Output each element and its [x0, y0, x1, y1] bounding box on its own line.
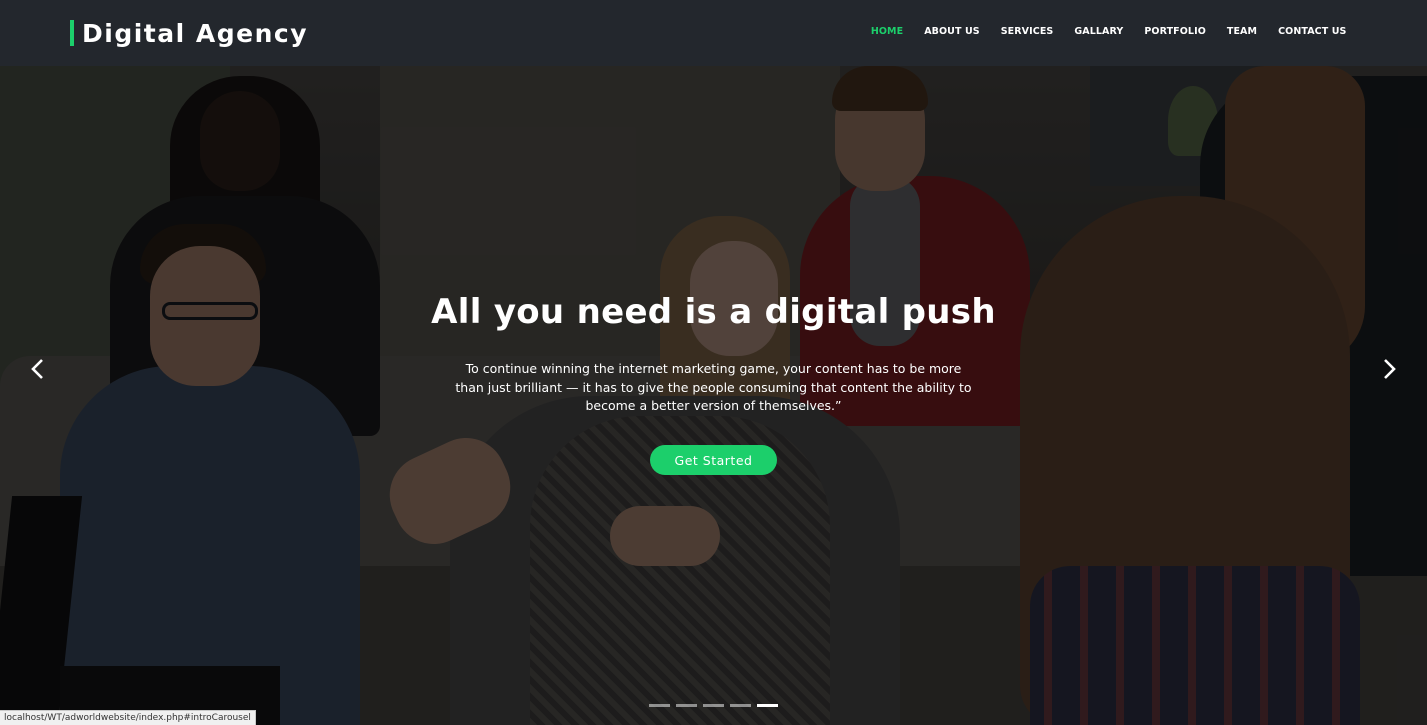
nav-item-gallary[interactable]: GALLARY — [1064, 26, 1134, 37]
carousel-indicator-2[interactable] — [676, 704, 697, 707]
nav-item-portfolio[interactable]: PORTFOLIO — [1134, 26, 1217, 37]
carousel-indicator-4[interactable] — [730, 704, 751, 707]
get-started-button[interactable]: Get Started — [650, 445, 777, 475]
hero-title: All you need is a digital push — [431, 292, 996, 332]
chevron-left-icon — [31, 359, 43, 379]
main-nav: HOME ABOUT US SERVICES GALLARY PORTFOLIO… — [860, 26, 1357, 37]
brand-name: Digital Agency — [82, 18, 308, 48]
page: Digital Agency HOME ABOUT US SERVICES GA… — [0, 0, 1427, 725]
carousel-indicator-3[interactable] — [703, 704, 724, 707]
nav-item-services[interactable]: SERVICES — [990, 26, 1064, 37]
carousel-indicator-5[interactable] — [757, 704, 778, 707]
carousel-prev-button[interactable] — [22, 354, 52, 384]
carousel-caption: All you need is a digital push To contin… — [0, 66, 1427, 725]
nav-item-contact-us[interactable]: CONTACT US — [1268, 26, 1357, 37]
site-header: Digital Agency HOME ABOUT US SERVICES GA… — [0, 0, 1427, 66]
intro-carousel: All you need is a digital push To contin… — [0, 66, 1427, 725]
browser-status-bar: localhost/WT/adworldwebsite/index.php#in… — [0, 710, 256, 725]
hero-description: To continue winning the internet marketi… — [455, 361, 972, 413]
carousel-indicator-1[interactable] — [649, 704, 670, 707]
nav-item-team[interactable]: TEAM — [1216, 26, 1267, 37]
chevron-right-icon — [1384, 359, 1396, 379]
nav-item-about-us[interactable]: ABOUT US — [914, 26, 991, 37]
nav-item-home[interactable]: HOME — [860, 26, 913, 37]
brand-accent-bar — [70, 20, 74, 46]
carousel-next-button[interactable] — [1375, 354, 1405, 384]
brand-logo[interactable]: Digital Agency — [70, 18, 308, 48]
carousel-indicators — [649, 704, 778, 707]
